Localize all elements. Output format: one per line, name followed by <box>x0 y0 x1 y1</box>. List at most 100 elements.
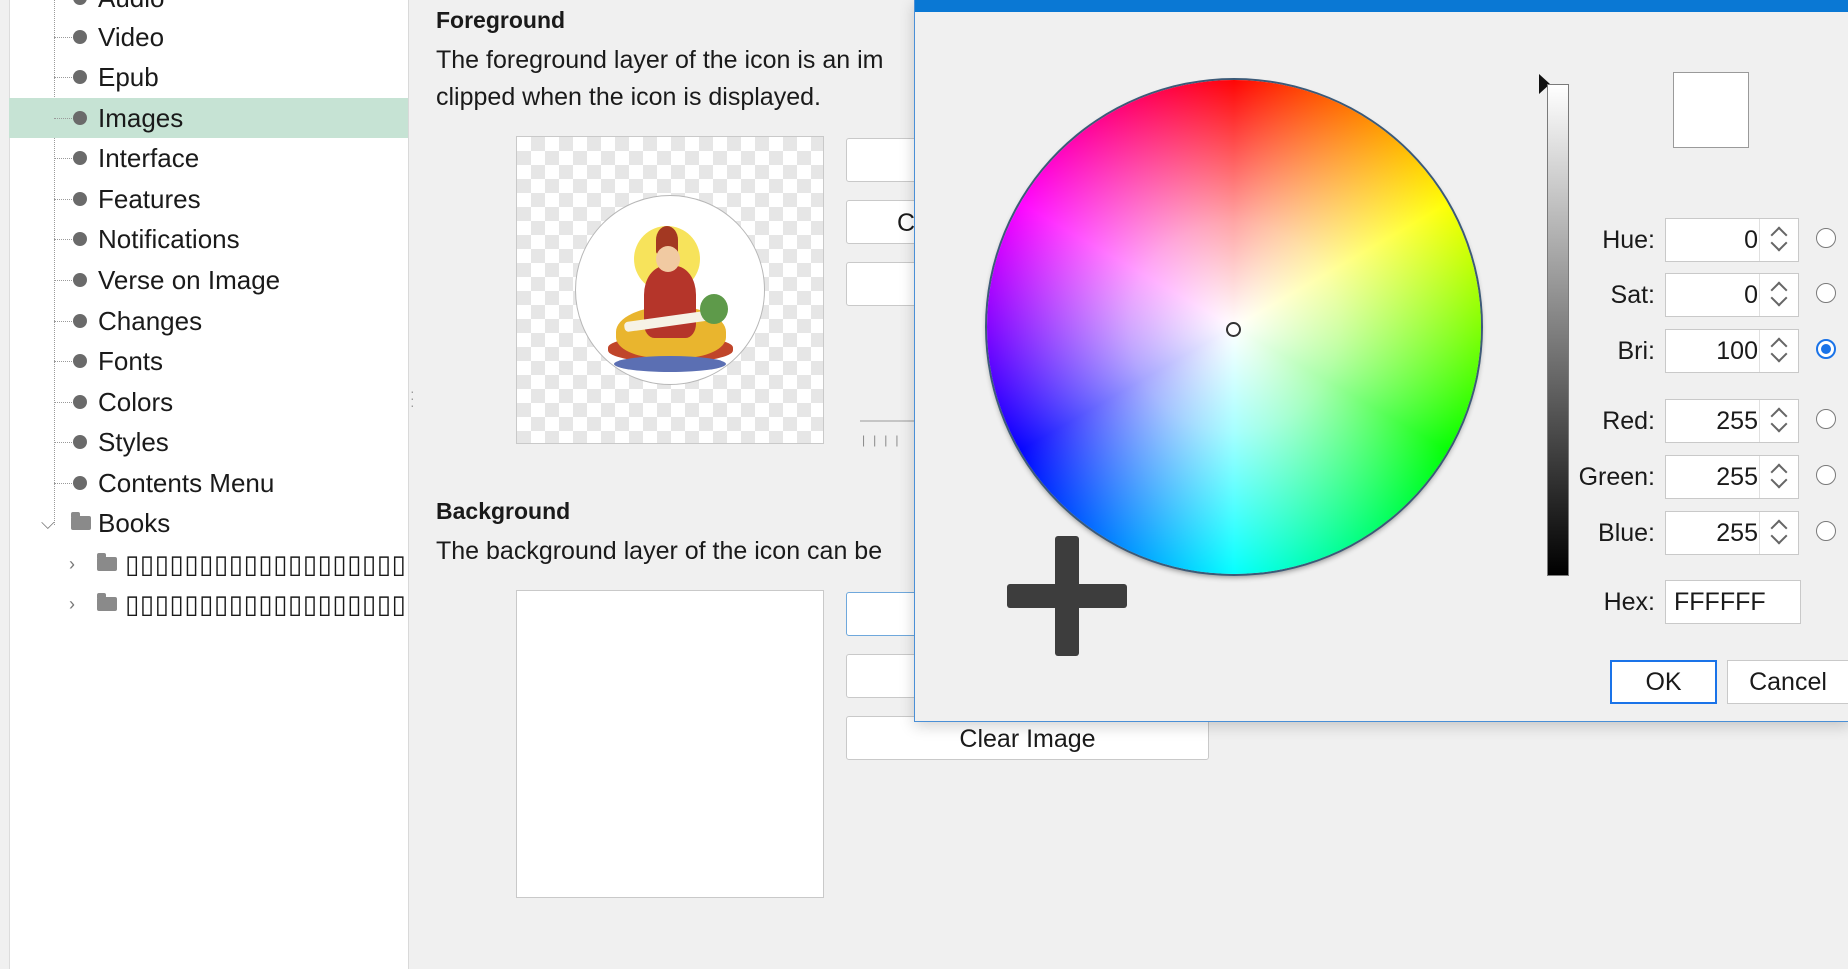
tree-item-label: Fonts <box>98 346 164 376</box>
splitter-handle[interactable]: · · · <box>410 384 415 412</box>
sat-radio[interactable] <box>1816 283 1836 303</box>
chevron-right-icon[interactable]: › <box>69 544 75 584</box>
tree-item-images[interactable]: Images <box>9 98 408 138</box>
bullet-icon <box>73 30 87 44</box>
blue-label: Blue: <box>1598 519 1655 547</box>
tree-item-label: Features <box>98 184 201 214</box>
background-preview <box>516 590 824 898</box>
bullet-icon <box>73 435 87 449</box>
tree-item-verse-on-image[interactable]: Verse on Image <box>9 260 408 300</box>
crosshair-cursor-icon <box>1007 584 1127 608</box>
bullet-icon <box>73 354 87 368</box>
tree-item-label: Video <box>98 22 165 52</box>
red-radio[interactable] <box>1816 409 1836 429</box>
spin-arrows-icon[interactable] <box>1759 330 1798 372</box>
tree-item-epub[interactable]: Epub <box>9 57 408 97</box>
color-preview-swatch <box>1673 72 1749 148</box>
foreground-desc-line2: clipped when the icon is displayed. <box>436 83 821 111</box>
bullet-icon <box>73 314 87 328</box>
chevron-down-icon[interactable]: ⌵ <box>41 503 55 543</box>
clear-image-button[interactable]: Clear Image <box>846 716 1209 760</box>
green-radio[interactable] <box>1816 465 1836 485</box>
tree-item-audio[interactable]: Audio <box>9 0 408 18</box>
red-value: 255 <box>1716 407 1758 435</box>
bri-radio[interactable] <box>1816 339 1836 359</box>
tree-item-label: ▯▯▯▯▯▯▯▯▯▯▯▯▯▯▯▯▯▯▯ <box>125 589 407 619</box>
tree-item-features[interactable]: Features <box>9 179 408 219</box>
spin-arrows-icon[interactable] <box>1759 456 1798 498</box>
chevron-right-icon[interactable]: › <box>69 584 75 624</box>
settings-tree: Audio Video Epub Images Interface Featur… <box>0 0 409 969</box>
foreground-description: The foreground layer of the icon is an i… <box>436 42 883 116</box>
tree-item-book-1[interactable]: › ▯▯▯▯▯▯▯▯▯▯▯▯▯▯▯▯▯▯▯ <box>9 544 408 584</box>
foreground-preview <box>516 136 824 444</box>
tree-item-label: Audio <box>98 0 165 18</box>
blue-spinner[interactable]: 255 <box>1665 511 1799 555</box>
bullet-icon <box>73 232 87 246</box>
tree-item-label: ▯▯▯▯▯▯▯▯▯▯▯▯▯▯▯▯▯▯▯ <box>125 549 407 579</box>
tree-item-notifications[interactable]: Notifications <box>9 219 408 259</box>
hex-label: Hex: <box>1603 588 1655 616</box>
tree-item-label: Verse on Image <box>98 265 281 295</box>
green-spinner[interactable]: 255 <box>1665 455 1799 499</box>
tree-item-fonts[interactable]: Fonts <box>9 341 408 381</box>
tree-item-colors[interactable]: Colors <box>9 382 408 422</box>
tree-item-video[interactable]: Video <box>9 17 408 57</box>
bullet-icon <box>73 70 87 84</box>
blue-radio[interactable] <box>1816 521 1836 541</box>
bullet-icon <box>73 151 87 165</box>
hue-spinner[interactable]: 0 <box>1665 218 1799 262</box>
bullet-icon <box>73 111 87 125</box>
bri-label: Bri: <box>1617 337 1656 365</box>
sat-label: Sat: <box>1610 281 1655 309</box>
hue-label: Hue: <box>1602 226 1655 254</box>
green-value: 255 <box>1716 463 1758 491</box>
folder-icon <box>97 593 117 611</box>
tree-item-books[interactable]: ⌵ Books <box>9 503 408 543</box>
tree-item-label: Styles <box>98 427 169 457</box>
bullet-icon <box>73 0 87 5</box>
hue-radio[interactable] <box>1816 228 1836 248</box>
tree-item-interface[interactable]: Interface <box>9 138 408 178</box>
tree-item-label: Contents Menu <box>98 468 275 498</box>
spin-arrows-icon[interactable] <box>1759 219 1798 261</box>
red-spinner[interactable]: 255 <box>1665 399 1799 443</box>
tree-item-label: Interface <box>98 143 200 173</box>
tree-item-label: Changes <box>98 306 203 336</box>
tree-item-label: Books <box>98 508 171 538</box>
bullet-icon <box>73 476 87 490</box>
bullet-icon <box>73 192 87 206</box>
ok-button[interactable]: OK <box>1610 660 1717 704</box>
folder-icon <box>97 553 117 571</box>
tree-item-book-2[interactable]: › ▯▯▯▯▯▯▯▯▯▯▯▯▯▯▯▯▯▯▯ <box>9 584 408 624</box>
background-desc-line1: The background layer of the icon can be <box>436 537 883 565</box>
spin-arrows-icon[interactable] <box>1759 512 1798 554</box>
dialog-titlebar[interactable] <box>915 0 1848 12</box>
tree-item-label: Images <box>98 103 184 133</box>
tree-item-label: Colors <box>98 387 174 417</box>
bri-value: 100 <box>1716 337 1758 365</box>
background-title: Background <box>436 498 571 524</box>
tree-item-changes[interactable]: Changes <box>9 301 408 341</box>
sat-value: 0 <box>1744 281 1758 309</box>
blue-value: 255 <box>1716 519 1758 547</box>
tree-item-contents-menu[interactable]: Contents Menu <box>9 463 408 503</box>
hex-input[interactable]: FFFFFF <box>1665 580 1801 624</box>
hue-value: 0 <box>1744 226 1758 254</box>
scale-slider[interactable] <box>860 420 920 422</box>
bri-spinner[interactable]: 100 <box>1665 329 1799 373</box>
bullet-icon <box>73 273 87 287</box>
sat-spinner[interactable]: 0 <box>1665 273 1799 317</box>
spin-arrows-icon[interactable] <box>1759 400 1798 442</box>
slider-ticks: |||| <box>862 433 907 447</box>
red-label: Red: <box>1602 407 1655 435</box>
color-wheel-marker[interactable] <box>1226 322 1241 337</box>
foreground-desc-line1: The foreground layer of the icon is an i… <box>436 46 884 74</box>
app-icon-image <box>575 195 765 385</box>
foreground-title: Foreground <box>436 7 566 33</box>
green-label: Green: <box>1578 463 1655 491</box>
tree-item-label: Notifications <box>98 224 240 254</box>
cancel-button[interactable]: Cancel <box>1727 660 1848 704</box>
spin-arrows-icon[interactable] <box>1759 274 1798 316</box>
tree-item-styles[interactable]: Styles <box>9 422 408 462</box>
